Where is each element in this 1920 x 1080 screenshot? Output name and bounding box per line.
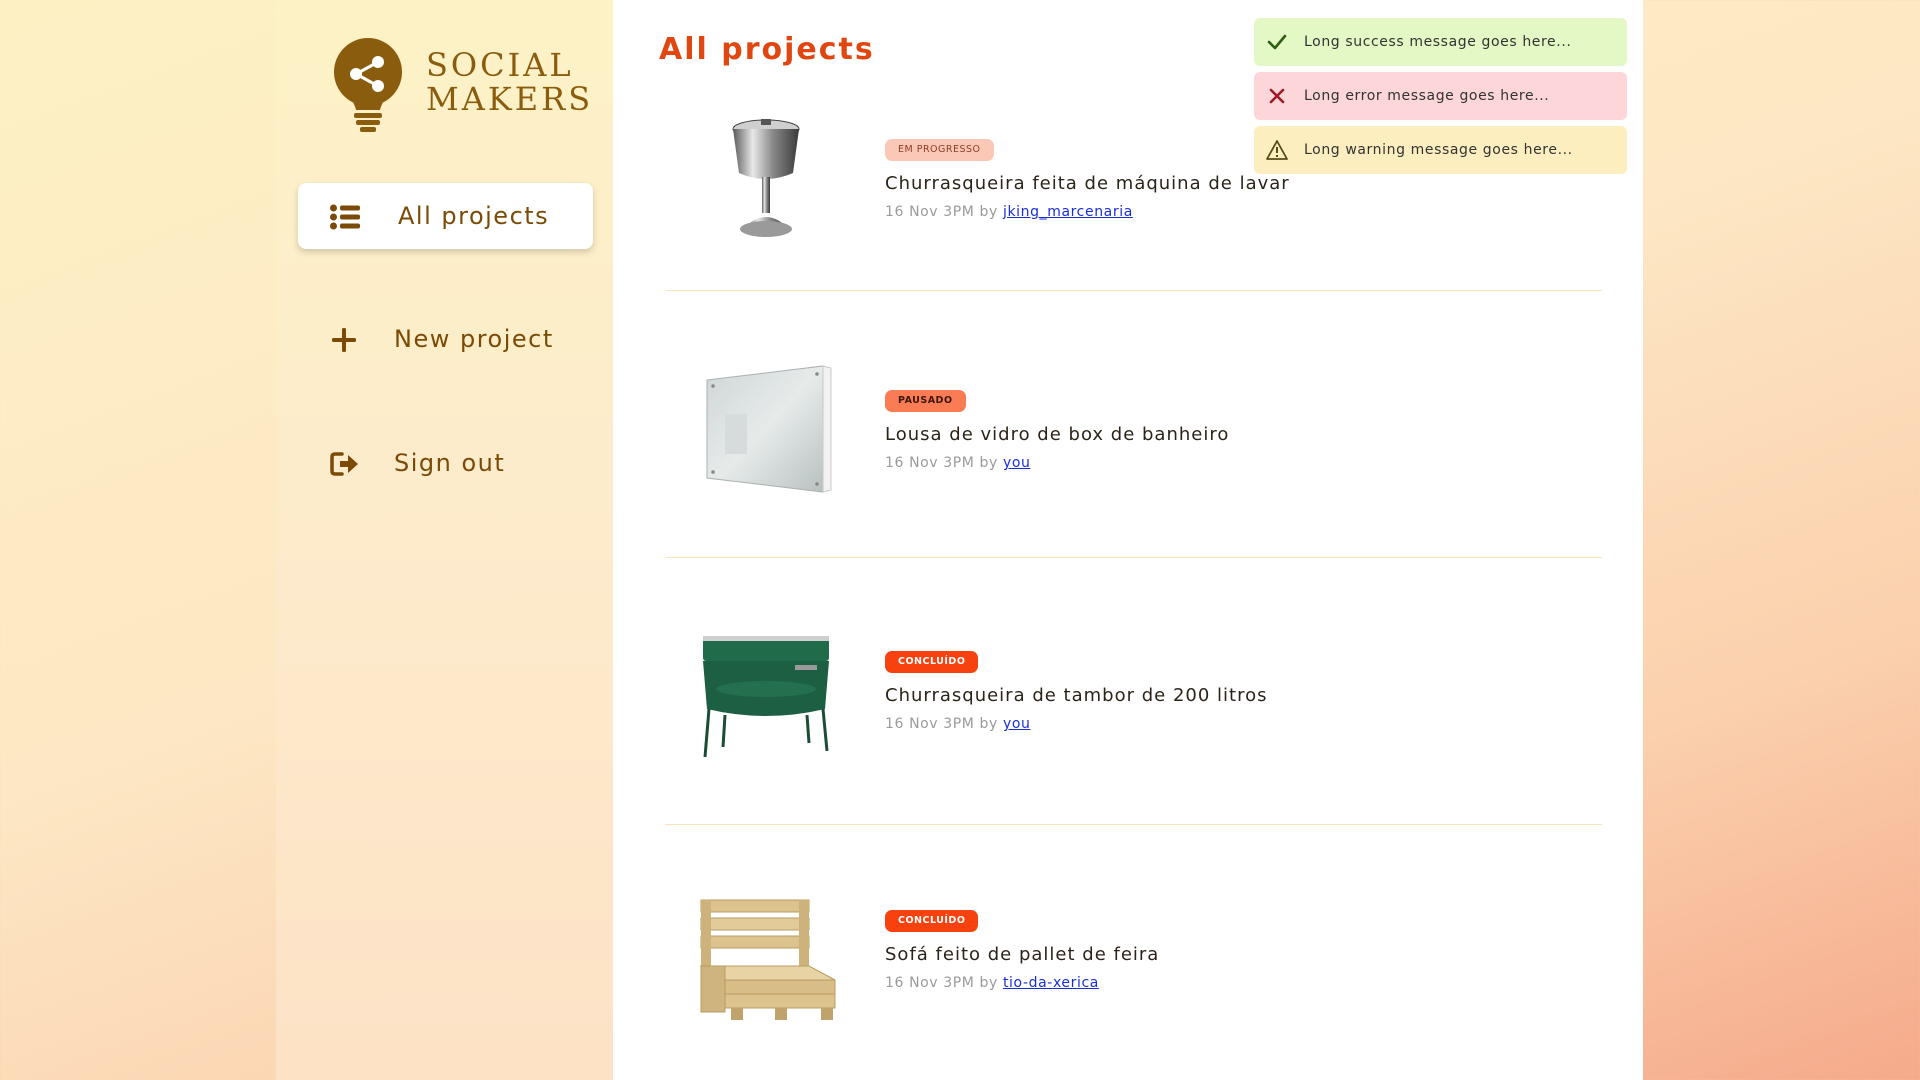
- logo-line-2: MAKERS: [426, 80, 594, 118]
- project-meta: 16 Nov 3PM by you: [885, 716, 1268, 732]
- glass-board-image: [706, 365, 832, 493]
- warning-toast[interactable]: Long warning message goes here...: [1254, 126, 1627, 174]
- status-badge: PAUSADO: [885, 390, 966, 412]
- nav-new-project-label: New project: [394, 325, 554, 353]
- project-date: 16 Nov 3PM: [885, 455, 975, 471]
- project-meta: 16 Nov 3PM by tio-da-xerica: [885, 975, 1159, 991]
- project-title[interactable]: Churrasqueira de tambor de 200 litros: [885, 685, 1268, 706]
- project-meta: 16 Nov 3PM by you: [885, 455, 1229, 471]
- pallet-sofa-image: [699, 899, 836, 1020]
- project-card[interactable]: CONCLUÍDO Churrasqueira de tambor de 200…: [665, 559, 1602, 825]
- nav-sign-out[interactable]: Sign out: [298, 430, 593, 496]
- project-by: by: [979, 204, 998, 220]
- nav-sign-out-label: Sign out: [394, 449, 506, 477]
- project-title[interactable]: Lousa de vidro de box de banheiro: [885, 424, 1229, 445]
- project-by: by: [979, 716, 998, 732]
- author-link[interactable]: jking_marcenaria: [1003, 204, 1133, 220]
- logo-text: SOCIAL MAKERS: [426, 48, 593, 116]
- project-by: by: [979, 455, 998, 471]
- error-toast[interactable]: Long error message goes here...: [1254, 72, 1627, 120]
- warning-triangle-icon: [1266, 140, 1288, 160]
- project-date: 16 Nov 3PM: [885, 716, 975, 732]
- project-meta: 16 Nov 3PM by jking_marcenaria: [885, 204, 1290, 220]
- warning-message: Long warning message goes here...: [1304, 142, 1573, 158]
- project-date: 16 Nov 3PM: [885, 975, 975, 991]
- nav-new-project[interactable]: New project: [298, 306, 593, 372]
- steel-grill-image: [732, 119, 800, 237]
- plus-icon: [332, 328, 356, 352]
- project-by: by: [979, 975, 998, 991]
- project-date: 16 Nov 3PM: [885, 204, 975, 220]
- project-card[interactable]: CONCLUÍDO Sofá feito de pallet de feira …: [665, 826, 1602, 1080]
- list-icon: [330, 204, 360, 230]
- drum-grill-image: [703, 636, 829, 758]
- success-message: Long success message goes here...: [1304, 34, 1572, 50]
- success-toast[interactable]: Long success message goes here...: [1254, 18, 1627, 66]
- status-badge: CONCLUÍDO: [885, 651, 979, 673]
- project-title[interactable]: Sofá feito de pallet de feira: [885, 944, 1159, 965]
- logo-line-1: SOCIAL: [426, 46, 574, 84]
- project-info: PAUSADO Lousa de vidro de box de banheir…: [885, 388, 1229, 471]
- error-message: Long error message goes here...: [1304, 88, 1550, 104]
- status-badge: CONCLUÍDO: [885, 910, 979, 932]
- sidebar: SOCIAL MAKERS All projects New project S…: [276, 0, 613, 1080]
- project-info: EM PROGRESSO Churrasqueira feita de máqu…: [885, 137, 1290, 220]
- project-title[interactable]: Churrasqueira feita de máquina de lavar: [885, 173, 1290, 194]
- logo[interactable]: SOCIAL MAKERS: [332, 38, 592, 138]
- project-info: CONCLUÍDO Sofá feito de pallet de feira …: [885, 908, 1159, 991]
- nav-all-projects[interactable]: All projects: [298, 183, 593, 249]
- check-icon: [1267, 34, 1287, 50]
- project-card[interactable]: PAUSADO Lousa de vidro de box de banheir…: [665, 292, 1602, 558]
- author-link[interactable]: you: [1003, 455, 1031, 471]
- sign-out-icon: [330, 452, 358, 476]
- close-icon: [1269, 88, 1285, 104]
- toast-stack: Long success message goes here... Long e…: [1254, 18, 1627, 180]
- lightbulb-share-logo-icon: [334, 38, 402, 132]
- status-badge: EM PROGRESSO: [885, 139, 994, 161]
- author-link[interactable]: you: [1003, 716, 1031, 732]
- project-info: CONCLUÍDO Churrasqueira de tambor de 200…: [885, 649, 1268, 732]
- author-link[interactable]: tio-da-xerica: [1003, 975, 1099, 991]
- nav-all-projects-label: All projects: [398, 202, 550, 230]
